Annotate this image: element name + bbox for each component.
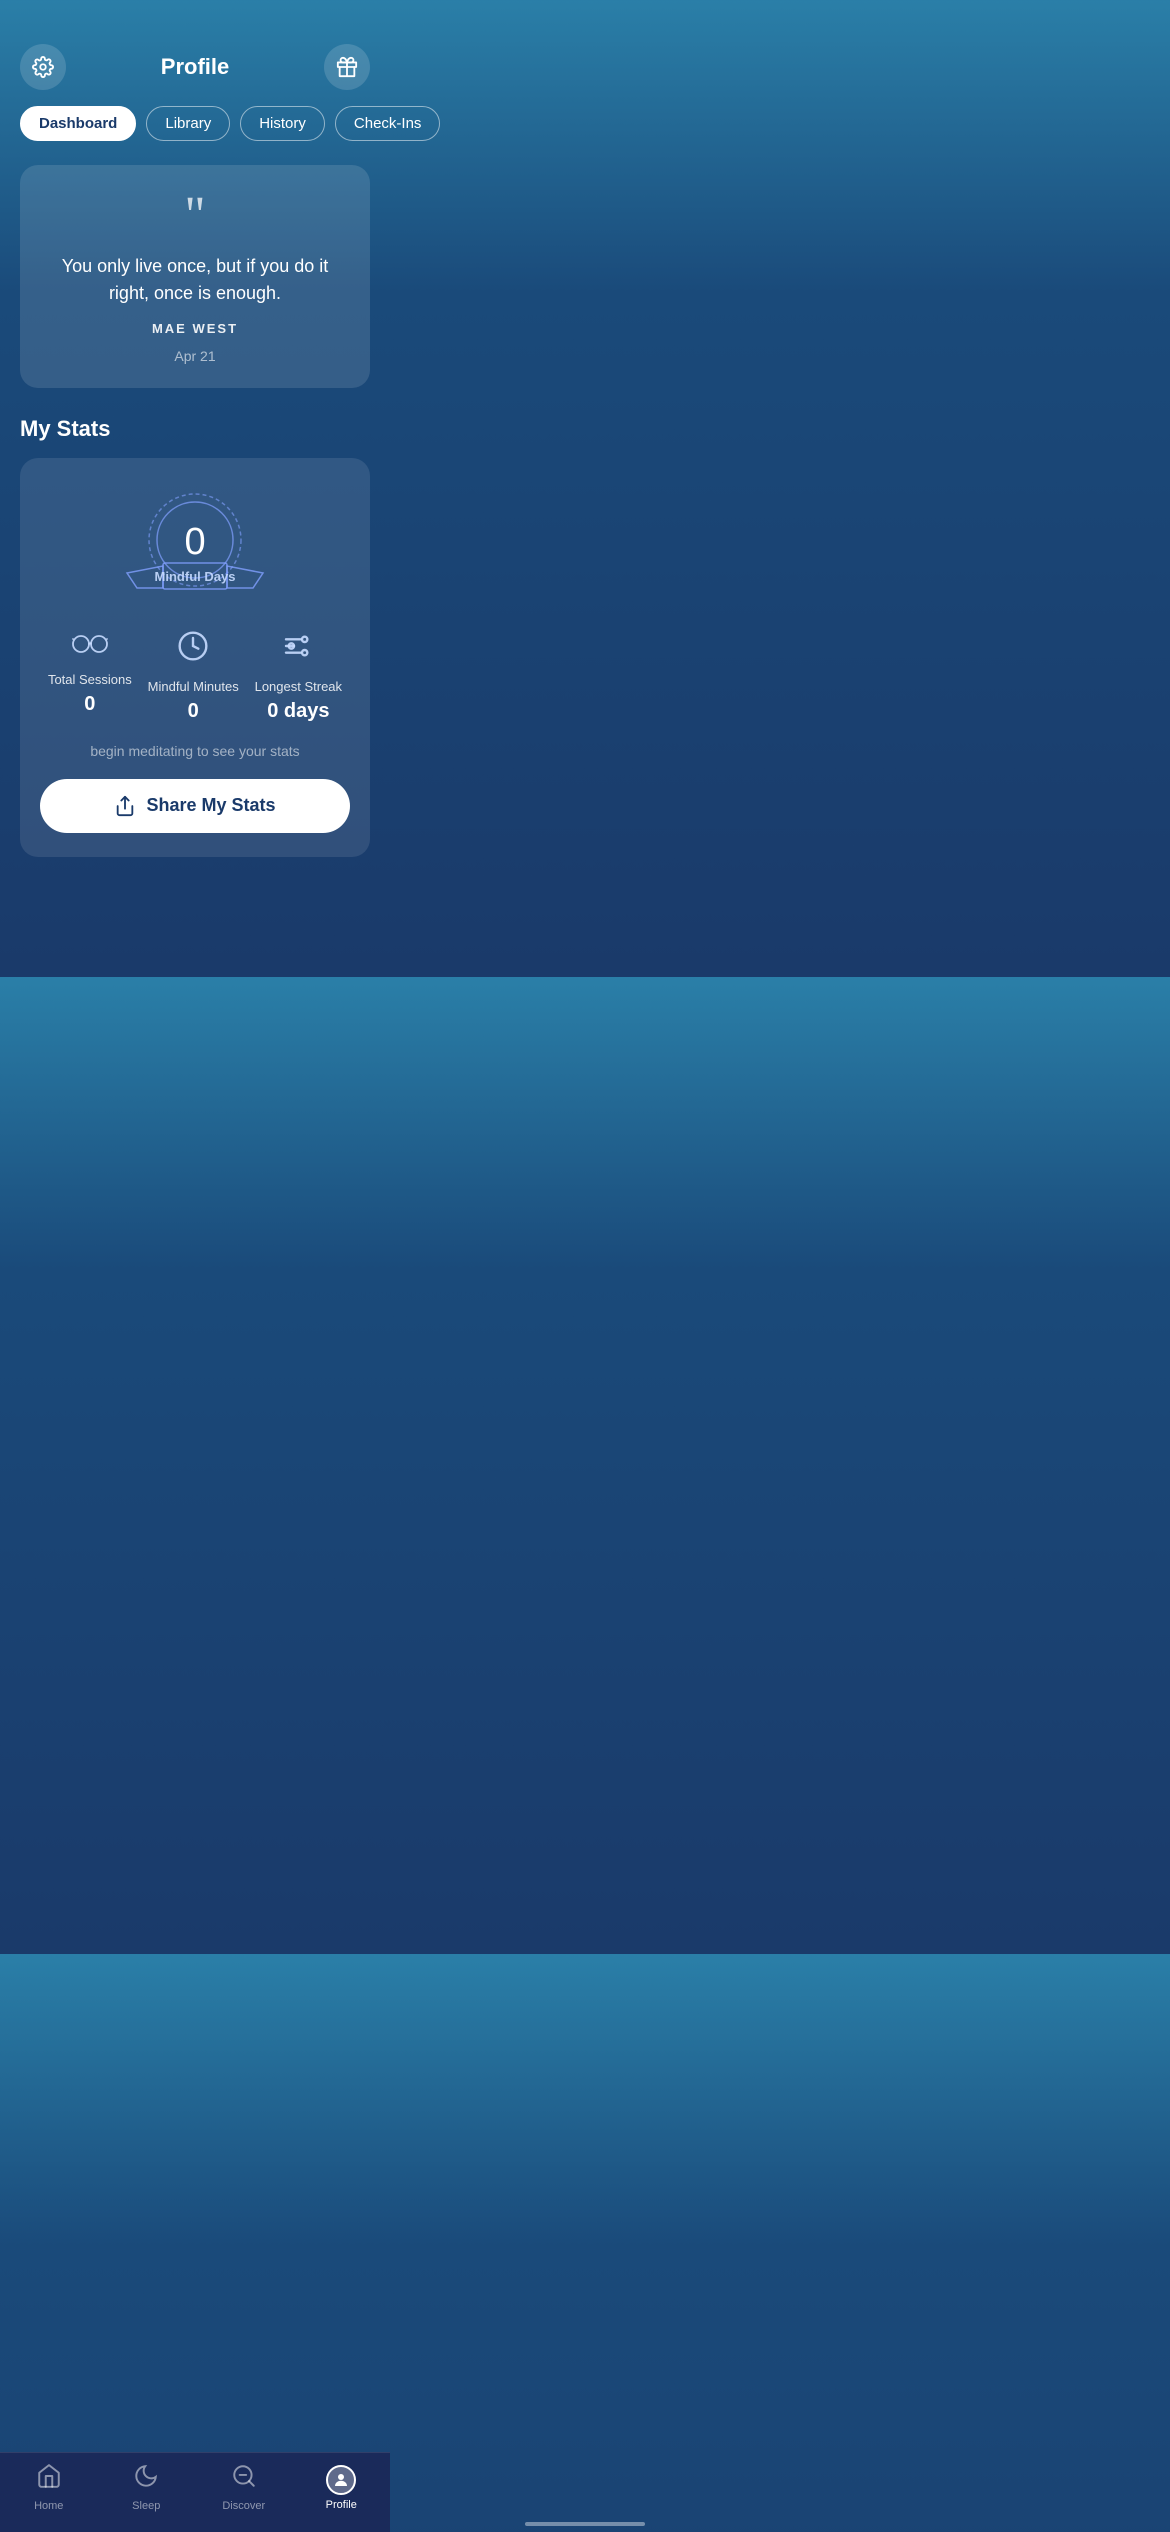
quote-text: You only live once, but if you do it rig…	[44, 253, 346, 307]
stats-hint: begin meditating to see your stats	[40, 743, 350, 759]
share-stats-button[interactable]: Share My Stats	[40, 779, 350, 833]
glasses-icon	[71, 630, 109, 662]
tab-bar: Dashboard Library History Check-Ins	[0, 106, 390, 165]
tab-checkins[interactable]: Check-Ins	[335, 106, 441, 141]
settings-button[interactable]	[20, 44, 66, 90]
share-icon	[114, 795, 136, 817]
total-sessions-value: 0	[84, 693, 95, 716]
share-button-label: Share My Stats	[146, 795, 275, 816]
longest-streak-value: 0 days	[267, 700, 329, 723]
nav-profile[interactable]: Profile	[306, 2465, 376, 2511]
streak-icon	[282, 630, 314, 669]
bottom-nav: Home Sleep Discover	[0, 2452, 390, 2532]
page-title: Profile	[161, 54, 229, 80]
quote-author: MAE WEST	[44, 321, 346, 336]
nav-sleep-label: Sleep	[132, 2500, 160, 2512]
mindful-days-badge: 0 Mindful Days	[40, 488, 350, 598]
discover-icon	[231, 2463, 257, 2496]
quote-mark: "	[44, 195, 346, 237]
clock-icon	[177, 630, 209, 669]
mindful-minutes-label: Mindful Minutes	[148, 679, 239, 694]
nav-discover-label: Discover	[222, 2500, 265, 2512]
home-indicator	[525, 2522, 645, 2526]
tab-library[interactable]: Library	[146, 106, 230, 141]
gear-icon	[32, 56, 54, 78]
header: Profile	[0, 44, 390, 106]
tab-history[interactable]: History	[240, 106, 325, 141]
nav-discover[interactable]: Discover	[209, 2463, 279, 2512]
longest-streak-label: Longest Streak	[255, 679, 342, 694]
gift-icon	[336, 56, 358, 78]
mindful-minutes-value: 0	[188, 700, 199, 723]
home-icon	[36, 2463, 62, 2496]
total-sessions-label: Total Sessions	[48, 672, 132, 687]
gift-button[interactable]	[324, 44, 370, 90]
stat-longest-streak: Longest Streak 0 days	[255, 630, 342, 723]
sleep-icon	[133, 2463, 159, 2496]
my-stats-title: My Stats	[0, 416, 390, 458]
nav-profile-label: Profile	[326, 2499, 357, 2511]
stat-total-sessions: Total Sessions 0	[48, 630, 132, 723]
svg-text:Mindful Days: Mindful Days	[155, 569, 236, 584]
tab-dashboard[interactable]: Dashboard	[20, 106, 136, 141]
nav-sleep[interactable]: Sleep	[111, 2463, 181, 2512]
stat-mindful-minutes: Mindful Minutes 0	[148, 630, 239, 723]
profile-nav-icon	[326, 2465, 356, 2495]
nav-home-label: Home	[34, 2500, 63, 2512]
badge-seal: 0 Mindful Days	[115, 488, 275, 598]
quote-card: " You only live once, but if you do it r…	[20, 165, 370, 388]
quote-date: Apr 21	[44, 348, 346, 364]
stats-row: Total Sessions 0 Mindful Minutes 0	[40, 630, 350, 723]
status-bar	[0, 0, 390, 44]
nav-home[interactable]: Home	[14, 2463, 84, 2512]
svg-text:0: 0	[184, 521, 205, 563]
stats-card: 0 Mindful Days	[20, 458, 370, 857]
